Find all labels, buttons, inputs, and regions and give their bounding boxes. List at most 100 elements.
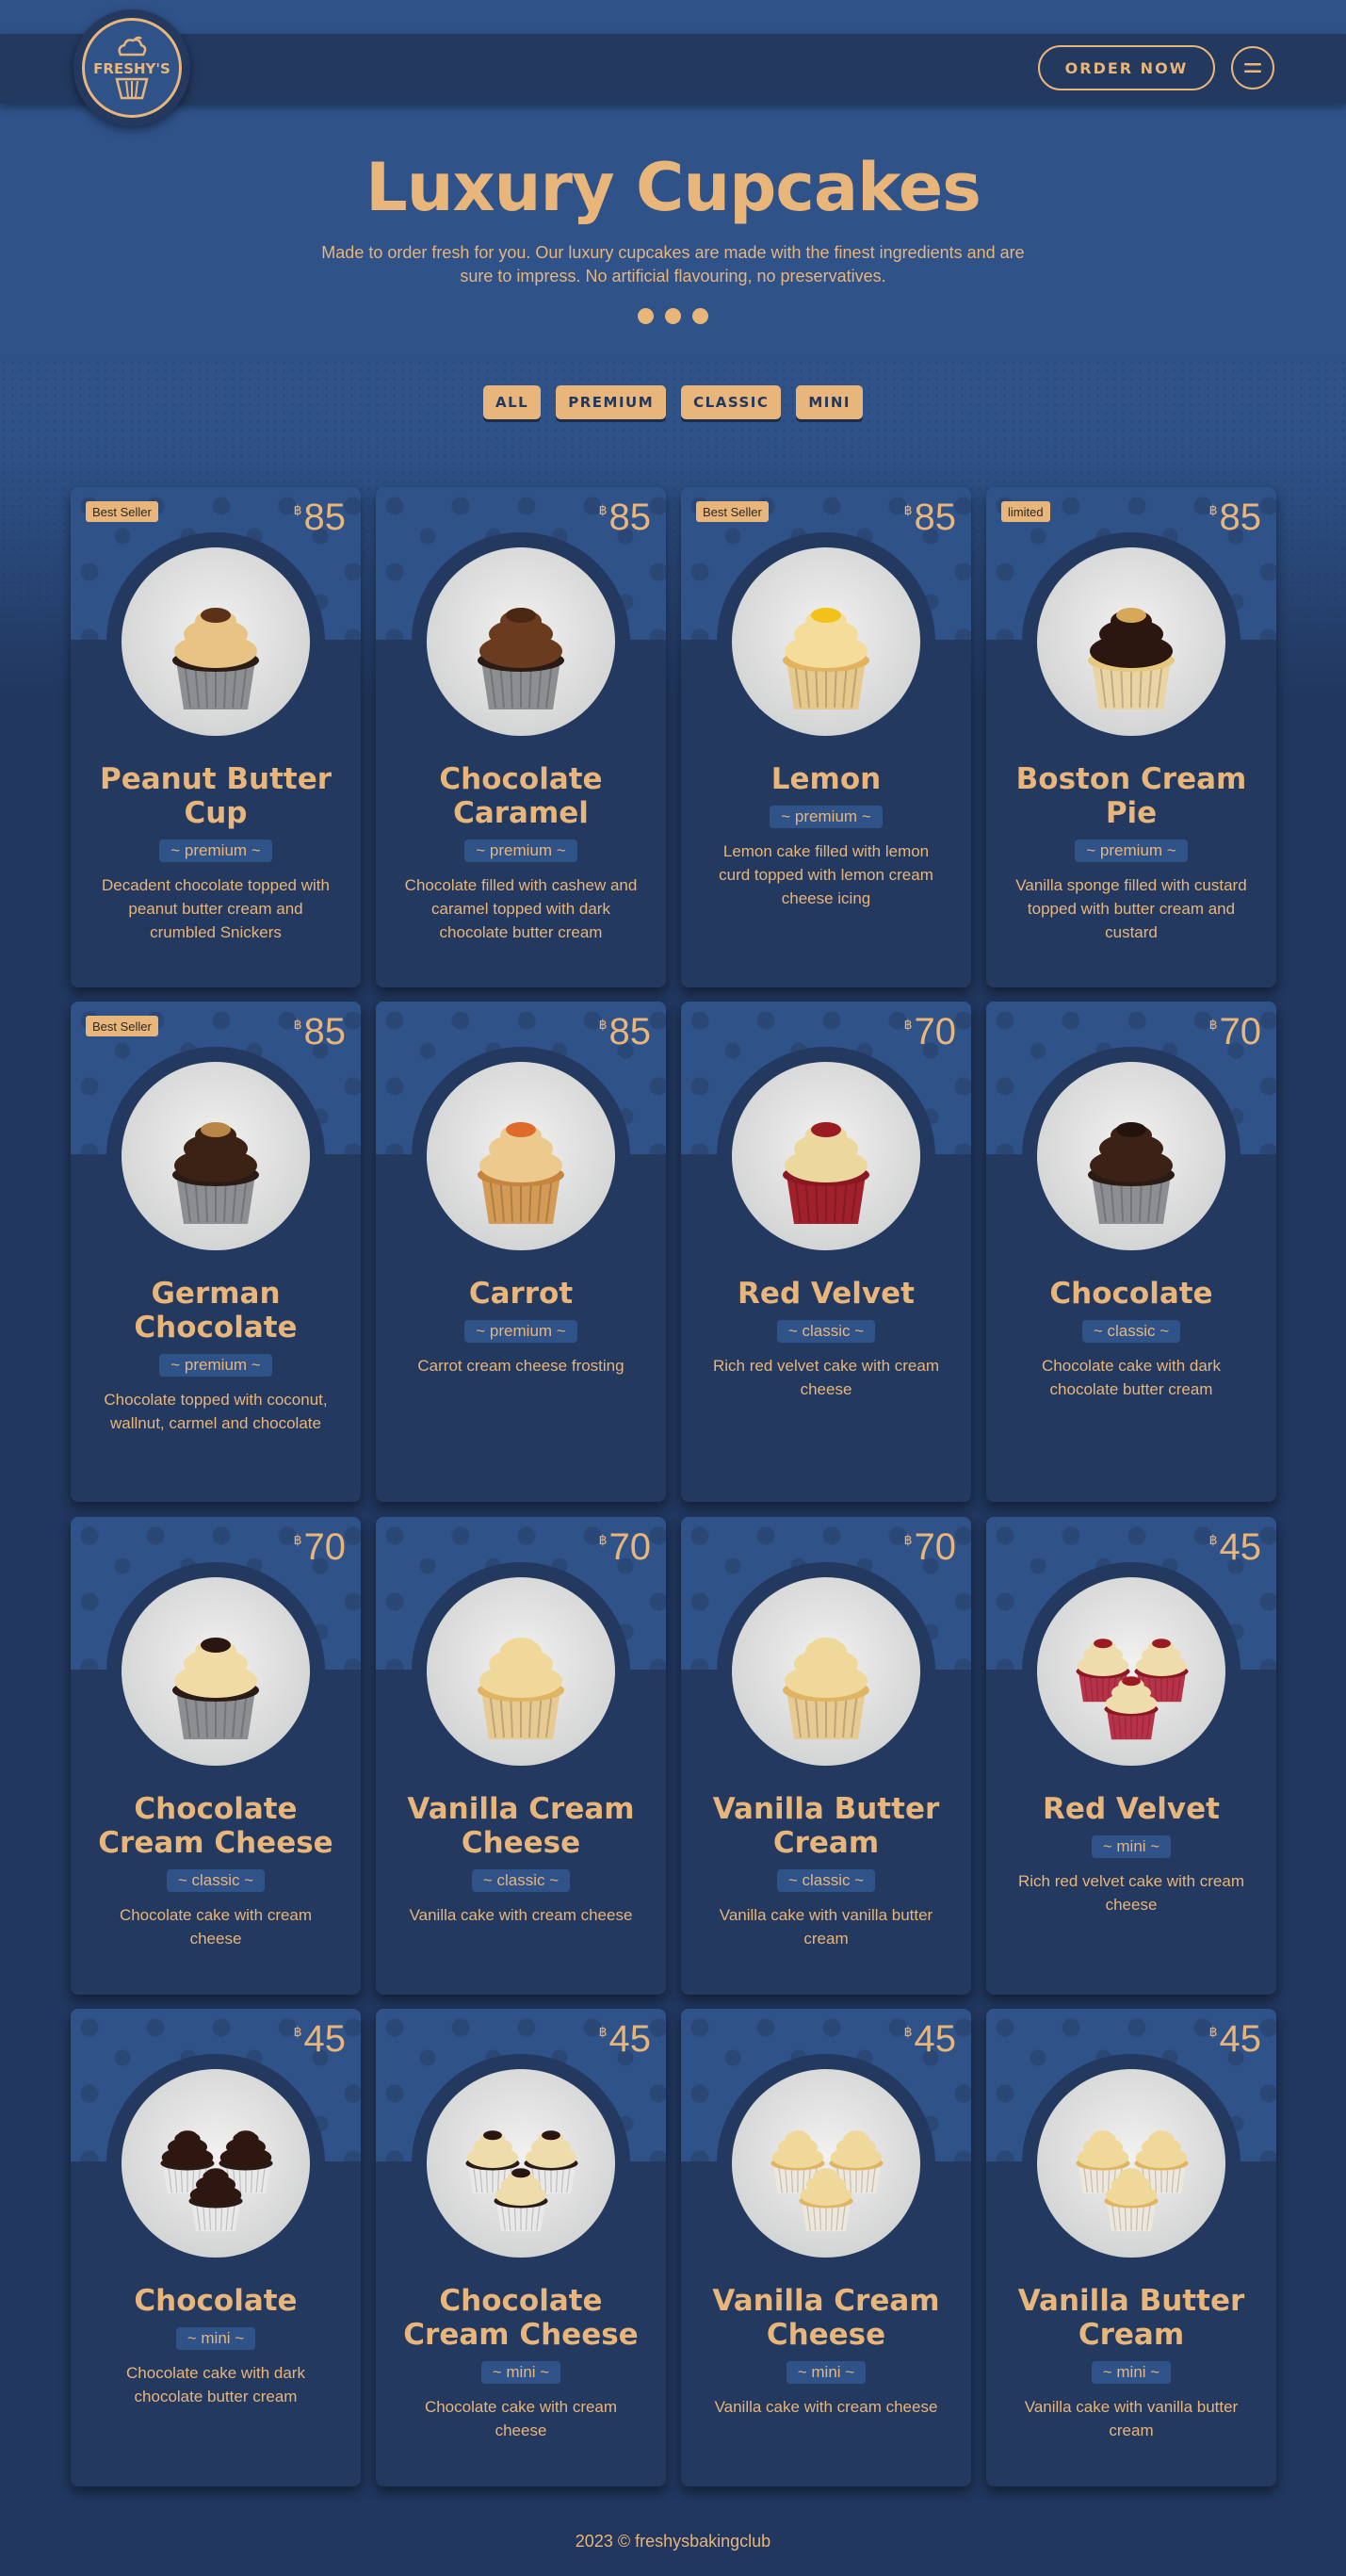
product-description: Vanilla cake with vanilla butter cream <box>1024 2398 1239 2439</box>
cupcake-photo-icon <box>1076 2130 1189 2232</box>
product-price: ฿70 <box>904 1011 956 1053</box>
price-amount: 70 <box>914 1011 957 1052</box>
product-card[interactable]: ฿45 Red Velvet ~ mini ~ Rich red velvet cak… <box>986 1517 1276 1995</box>
product-photo <box>732 1577 920 1766</box>
price-amount: 70 <box>914 1526 957 1568</box>
product-card[interactable]: ฿85 Chocolate Caramel ~ premium ~ Chocolate… <box>376 487 666 987</box>
product-price: ฿70 <box>599 1526 651 1569</box>
tag-label: ~ premium ~ <box>1075 840 1188 862</box>
footer-copyright: 2023 © freshysbakingclub <box>575 2532 771 2551</box>
product-card[interactable]: ฿85 Best Seller Peanut Butter Cup ~ premium… <box>71 487 361 987</box>
product-name: Lemon <box>770 762 882 796</box>
decorative-dots <box>0 308 1346 324</box>
cupcake-liner-icon <box>115 77 149 100</box>
product-card[interactable]: ฿45 Vanilla Butter Cream ~ mini ~ Vanilla c… <box>986 2009 1276 2486</box>
product-price: ฿85 <box>294 497 346 539</box>
cupcake-photo-icon <box>1088 608 1175 709</box>
product-name: Vanilla Cream Cheese <box>712 2284 940 2352</box>
price-amount: 45 <box>1219 2018 1262 2060</box>
cupcake-photo-icon <box>770 2130 884 2232</box>
price-amount: 85 <box>303 1011 347 1052</box>
tag-label: ~ premium ~ <box>464 840 577 862</box>
product-badge: Best Seller <box>86 1016 158 1036</box>
product-card[interactable]: ฿70 Chocolate Cream Cheese ~ classic ~ Choc… <box>71 1517 361 1995</box>
tag-label: ~ classic ~ <box>471 1869 571 1892</box>
product-description: Chocolate cake with dark chocolate butte… <box>1042 1357 1221 1398</box>
product-card[interactable]: ฿70 Red Velvet ~ classic ~ Rich red velvet … <box>681 1002 971 1502</box>
hamburger-menu-icon <box>1244 63 1261 73</box>
currency-symbol: ฿ <box>1208 1532 1218 1547</box>
brand-logo[interactable]: FRESHY'S <box>73 9 190 126</box>
currency-symbol: ฿ <box>598 1532 608 1547</box>
product-card[interactable]: ฿85 limited Boston Cream Pie ~ premium ~ Van… <box>986 487 1276 987</box>
product-category-tag: ~ classic ~ <box>376 1869 666 1892</box>
price-amount: 45 <box>303 2018 347 2060</box>
product-card[interactable]: ฿45 Chocolate ~ mini ~ Chocolate cake with … <box>71 2009 361 2486</box>
cupcake-photo-icon <box>1076 1639 1189 1740</box>
order-now-button[interactable]: ORDER NOW <box>1038 45 1215 90</box>
price-amount: 85 <box>608 1011 652 1052</box>
product-card[interactable]: ฿70 Vanilla Butter Cream ~ classic ~ Vanill… <box>681 1517 971 1995</box>
product-photo <box>732 2069 920 2258</box>
price-amount: 70 <box>1219 1011 1262 1052</box>
menu-button[interactable] <box>1231 46 1274 90</box>
product-card[interactable]: ฿85 Carrot ~ premium ~ Carrot cream cheese … <box>376 1002 666 1502</box>
product-photo <box>427 2069 615 2258</box>
tag-label: ~ classic ~ <box>166 1869 266 1892</box>
filter-premium-button[interactable]: PREMIUM <box>556 385 667 419</box>
product-category-tag: ~ premium ~ <box>71 840 361 862</box>
filter-mini-button[interactable]: MINI <box>796 385 863 419</box>
logo-text: FRESHY'S <box>93 60 170 77</box>
product-category-tag: ~ classic ~ <box>986 1320 1276 1343</box>
product-description: Chocolate filled with cashew and caramel… <box>404 876 638 941</box>
product-card[interactable]: ฿45 Chocolate Cream Cheese ~ mini ~ Chocola… <box>376 2009 666 2486</box>
product-category-tag: ~ classic ~ <box>681 1320 971 1343</box>
product-category-tag: ~ premium ~ <box>376 840 666 862</box>
product-price: ฿45 <box>294 2018 346 2061</box>
tag-label: ~ classic ~ <box>776 1869 876 1892</box>
product-category-tag: ~ mini ~ <box>376 2361 666 2384</box>
currency-symbol: ฿ <box>293 502 302 517</box>
product-card[interactable]: ฿85 Best Seller German Chocolate ~ premium … <box>71 1002 361 1502</box>
product-name: Chocolate Cream Cheese <box>98 1792 333 1860</box>
tag-label: ~ premium ~ <box>464 1320 577 1343</box>
product-name: Chocolate Caramel <box>439 762 603 830</box>
product-name: Boston Cream Pie <box>1015 762 1247 830</box>
logo-badge: FRESHY'S <box>82 18 182 118</box>
product-category-tag: ~ premium ~ <box>376 1320 666 1343</box>
product-photo <box>122 547 310 736</box>
product-badge: limited <box>1001 501 1050 522</box>
cupcake-photo-icon <box>172 1638 259 1739</box>
product-name: Chocolate <box>134 2284 298 2318</box>
tag-label: ~ classic ~ <box>776 1320 876 1343</box>
product-photo <box>1037 1577 1225 1766</box>
product-price: ฿45 <box>1209 1526 1261 1569</box>
cupcake-photo-icon <box>478 608 564 709</box>
product-price: ฿85 <box>294 1011 346 1053</box>
tag-label: ~ mini ~ <box>480 2361 561 2384</box>
filter-classic-button[interactable]: CLASSIC <box>681 385 782 419</box>
product-price: ฿85 <box>599 497 651 539</box>
category-filters: ALL PREMIUM CLASSIC MINI <box>0 385 1346 419</box>
product-category-tag: ~ classic ~ <box>681 1869 971 1892</box>
cupcake-photo-icon <box>783 1638 869 1739</box>
price-amount: 70 <box>303 1526 347 1568</box>
product-card[interactable]: ฿85 Best Seller Lemon ~ premium ~ Lemon cake… <box>681 487 971 987</box>
product-price: ฿45 <box>599 2018 651 2061</box>
tag-label: ~ mini ~ <box>175 2327 256 2350</box>
product-card[interactable]: ฿45 Vanilla Cream Cheese ~ mini ~ Vanilla c… <box>681 2009 971 2486</box>
product-description: Vanilla cake with vanilla butter cream <box>719 1906 933 1948</box>
product-photo <box>122 1577 310 1766</box>
price-amount: 85 <box>303 497 347 538</box>
product-category-tag: ~ mini ~ <box>986 1835 1276 1858</box>
product-description: Vanilla cake with cream cheese <box>714 2398 938 2416</box>
filter-all-button[interactable]: ALL <box>483 385 542 419</box>
product-price: ฿45 <box>1209 2018 1261 2061</box>
product-card[interactable]: ฿70 Vanilla Cream Cheese ~ classic ~ Vanill… <box>376 1517 666 1995</box>
product-photo <box>427 547 615 736</box>
product-card[interactable]: ฿70 Chocolate ~ classic ~ Chocolate cake wi… <box>986 1002 1276 1502</box>
product-badge: Best Seller <box>86 501 158 522</box>
product-photo <box>122 2069 310 2258</box>
product-description: Decadent chocolate topped with peanut bu… <box>102 876 330 941</box>
price-amount: 45 <box>608 2018 652 2060</box>
